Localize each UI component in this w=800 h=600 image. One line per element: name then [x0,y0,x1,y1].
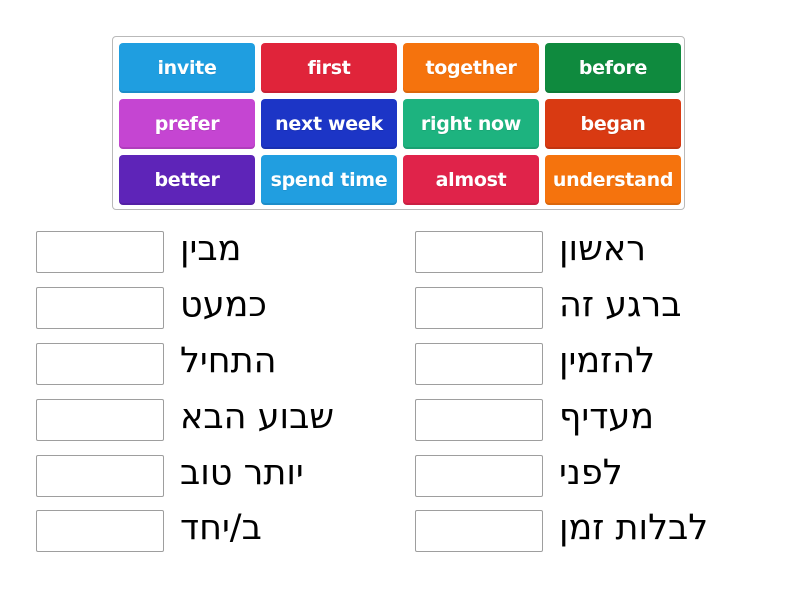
word-tile[interactable]: better [119,155,255,205]
hebrew-prompt: כמעט [180,285,267,325]
word-tile[interactable]: together [403,43,539,93]
hebrew-prompt: ברגע זה [559,285,682,325]
hebrew-prompt: לבלות זמן [559,508,709,548]
word-tile[interactable]: began [545,99,681,149]
answer-drop-box[interactable] [415,510,543,552]
answer-drop-box[interactable] [36,510,164,552]
answer-drop-box[interactable] [415,455,543,497]
answer-drop-box[interactable] [415,231,543,273]
answer-drop-box[interactable] [36,343,164,385]
hebrew-prompt: לפני [559,453,623,493]
answer-drop-box[interactable] [415,343,543,385]
word-tile[interactable]: next week [261,99,397,149]
word-tile[interactable]: almost [403,155,539,205]
answer-drop-box[interactable] [36,287,164,329]
word-tile[interactable]: invite [119,43,255,93]
hebrew-prompt: ב/יחד [180,508,262,548]
hebrew-prompt: יותר טוב [180,453,304,493]
word-tile[interactable]: first [261,43,397,93]
hebrew-prompt: מעדיף [559,397,655,437]
answer-drop-box[interactable] [415,287,543,329]
hebrew-prompt: להזמין [559,341,656,381]
answer-drop-box[interactable] [36,231,164,273]
word-tile[interactable]: spend time [261,155,397,205]
word-tile[interactable]: right now [403,99,539,149]
answer-drop-box[interactable] [36,399,164,441]
hebrew-prompt: ראשון [559,229,647,269]
match-up-activity: invite first together before prefer next… [0,0,800,600]
word-tile[interactable]: understand [545,155,681,205]
answer-drop-box[interactable] [36,455,164,497]
hebrew-prompt: התחיל [180,341,277,381]
hebrew-prompt: שבוע הבא [180,397,335,437]
word-tile-tray: invite first together before prefer next… [112,36,685,210]
answer-drop-box[interactable] [415,399,543,441]
word-tile[interactable]: before [545,43,681,93]
hebrew-prompt: מבין [180,229,242,269]
word-tile[interactable]: prefer [119,99,255,149]
